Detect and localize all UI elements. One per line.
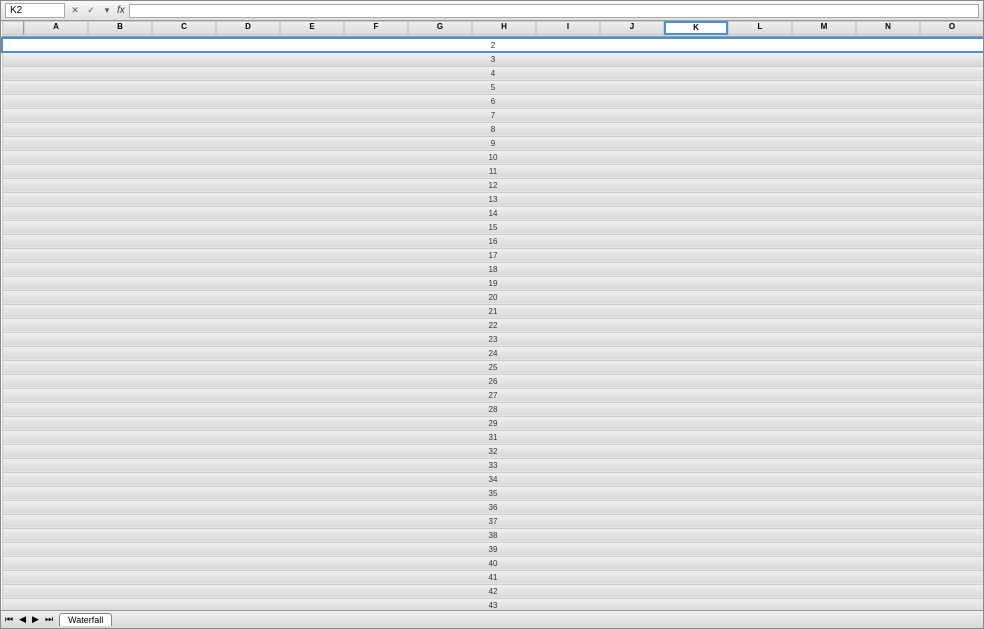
- cancel-icon[interactable]: ✕: [69, 5, 81, 17]
- formula-input[interactable]: [129, 4, 979, 18]
- spreadsheet-app: K2 ✕ ✓ ▾ fx A B C D E F G H I J K L M N …: [0, 0, 984, 629]
- fx-icon[interactable]: fx: [117, 5, 125, 16]
- col-G[interactable]: G: [408, 21, 472, 35]
- nav-first-icon[interactable]: ⏮: [5, 614, 13, 625]
- select-all[interactable]: [2, 21, 24, 35]
- row-2[interactable]: 2: [2, 38, 983, 52]
- col-J[interactable]: J: [600, 21, 664, 35]
- col-M[interactable]: M: [792, 21, 856, 35]
- sheet-area[interactable]: A B C D E F G H I J K L M N O 2 Cash Flo…: [1, 21, 983, 610]
- col-A[interactable]: A: [24, 21, 88, 35]
- cell-reference[interactable]: K2: [5, 3, 65, 18]
- nav-prev-icon[interactable]: ◀: [19, 614, 26, 625]
- formula-bar: K2 ✕ ✓ ▾ fx: [1, 1, 983, 21]
- col-H[interactable]: H: [472, 21, 536, 35]
- col-D[interactable]: D: [216, 21, 280, 35]
- col-E[interactable]: E: [280, 21, 344, 35]
- accept-icon[interactable]: ✓: [85, 5, 97, 17]
- col-F[interactable]: F: [344, 21, 408, 35]
- col-C[interactable]: C: [152, 21, 216, 35]
- col-L[interactable]: L: [728, 21, 792, 35]
- status-bar: ⏮ ◀ ▶ ⏭ Waterfall: [1, 610, 983, 628]
- col-O[interactable]: O: [920, 21, 983, 35]
- col-B[interactable]: B: [88, 21, 152, 35]
- nav-last-icon[interactable]: ⏭: [45, 614, 53, 625]
- dropdown-icon[interactable]: ▾: [101, 5, 113, 17]
- col-N[interactable]: N: [856, 21, 920, 35]
- col-I[interactable]: I: [536, 21, 600, 35]
- col-K[interactable]: K: [664, 21, 728, 35]
- sheet-tab[interactable]: Waterfall: [59, 613, 112, 626]
- nav-next-icon[interactable]: ▶: [32, 614, 39, 625]
